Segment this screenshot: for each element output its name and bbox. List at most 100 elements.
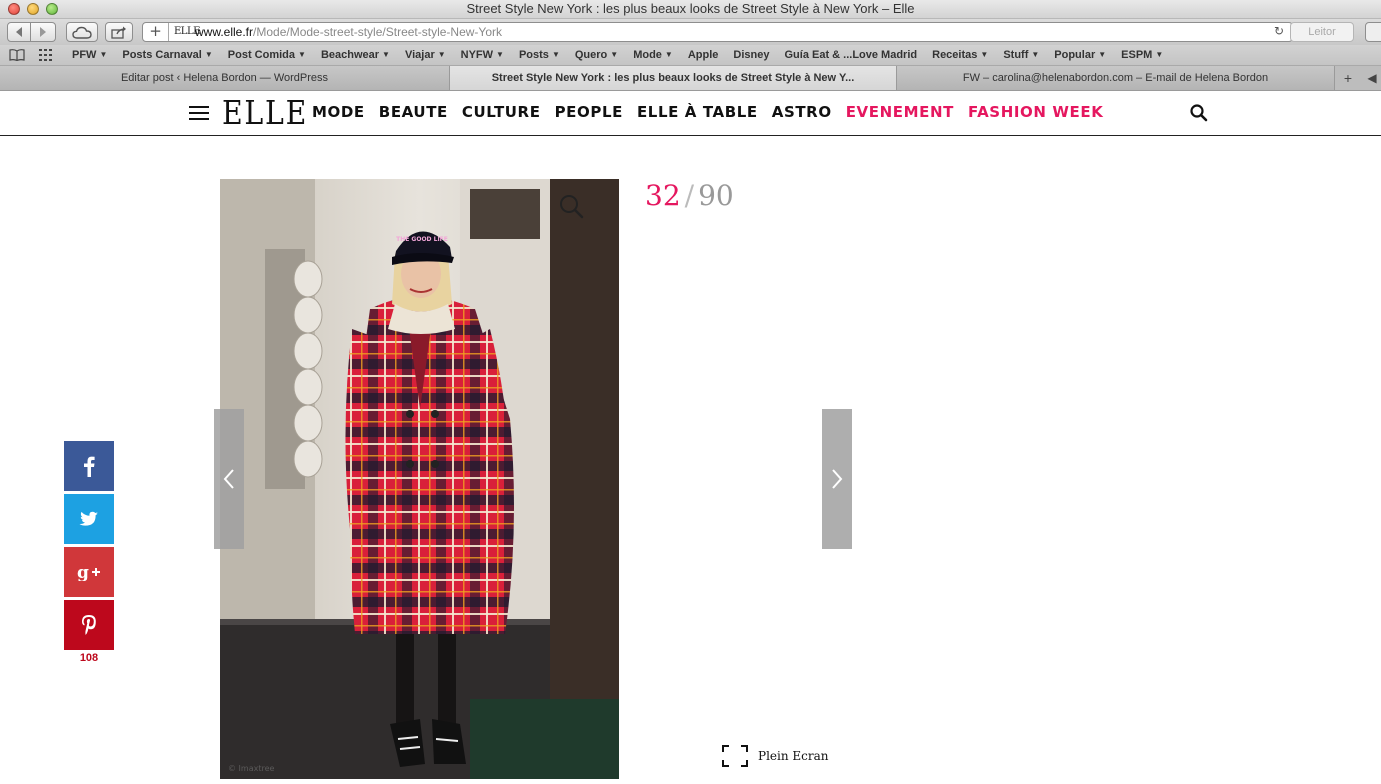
icloud-tabs-button[interactable] <box>66 22 98 42</box>
nav-people[interactable]: PEOPLE <box>555 103 623 121</box>
bookmark-item[interactable]: Mode ▼ <box>633 49 673 61</box>
nav-evenement[interactable]: EVENEMENT <box>846 103 954 121</box>
new-tab-button[interactable]: + <box>1337 68 1359 88</box>
bookmark-item[interactable]: Stuff ▼ <box>1003 49 1039 61</box>
gallery-counter: 32/90 <box>645 179 734 212</box>
bookmark-item[interactable]: NYFW ▼ <box>461 49 504 61</box>
chevron-right-icon <box>832 469 843 489</box>
elle-logo[interactable]: ELLE <box>222 93 308 132</box>
bookmark-item[interactable]: Popular ▼ <box>1054 49 1106 61</box>
bookmark-label: Posts <box>518 49 549 61</box>
bookmark-item[interactable]: Quero ▼ <box>575 49 618 61</box>
tab-bar: Editar post ‹ Helena Bordon — WordPress … <box>0 66 1381 91</box>
window-titlebar: Street Style New York : les plus beaux l… <box>0 0 1381 19</box>
twitter-icon <box>79 511 98 526</box>
bookmark-label: Post Comida <box>227 49 296 61</box>
menu-hamburger-icon[interactable] <box>189 106 209 120</box>
current-slide-number: 32 <box>645 179 681 212</box>
bookmark-label: Beachwear <box>320 49 380 61</box>
bookmark-label: ESPM <box>1121 49 1153 61</box>
top-sites-grid-icon[interactable] <box>39 49 53 61</box>
chevron-down-icon: ▼ <box>980 50 989 59</box>
cloud-icon <box>72 26 92 39</box>
bookmark-label: Quero <box>574 49 608 61</box>
forward-arrow-icon <box>40 27 46 37</box>
bookmark-item[interactable]: Post Comida ▼ <box>228 49 306 61</box>
next-slide-button[interactable] <box>822 409 852 549</box>
share-googleplus-button[interactable]: g <box>64 547 114 597</box>
url-text: www.elle.fr/Mode/Mode-street-style/Stree… <box>195 25 502 39</box>
nav-beaute[interactable]: BEAUTE <box>379 103 448 121</box>
bookmark-label: Guía Eat & ...Love Madrid <box>784 49 918 61</box>
total-slides-number: 90 <box>698 179 734 212</box>
fullscreen-icon <box>722 745 748 767</box>
share-pinterest-button[interactable] <box>64 600 114 650</box>
bookmark-item[interactable]: Beachwear ▼ <box>321 49 390 61</box>
chevron-down-icon: ▼ <box>664 50 673 59</box>
bookmark-item[interactable]: Viajar ▼ <box>405 49 446 61</box>
zoom-photo-icon[interactable] <box>558 193 584 219</box>
bookmark-item[interactable]: ESPM ▼ <box>1121 49 1163 61</box>
pinterest-share-count: 108 <box>79 652 99 664</box>
reader-button[interactable]: Leitor <box>1290 22 1354 42</box>
fullscreen-button[interactable]: Plein Ecran <box>722 745 829 767</box>
url-path: /Mode/Mode-street-style/Street-style-New… <box>253 25 502 39</box>
bookmark-label: Mode <box>633 49 662 61</box>
counter-separator: / <box>684 179 695 212</box>
bookmark-item[interactable]: PFW ▼ <box>72 49 107 61</box>
bookmark-item[interactable]: Disney <box>733 49 769 61</box>
facebook-icon <box>84 456 95 477</box>
browser-toolbar: + ELLE www.elle.fr/Mode/Mode-street-styl… <box>0 19 1381 45</box>
bookmark-label: Posts Carnaval <box>122 49 202 61</box>
svg-text:g: g <box>77 563 89 581</box>
bookmark-item[interactable]: Posts ▼ <box>519 49 560 61</box>
chevron-down-icon: ▼ <box>437 50 446 59</box>
bookmark-item[interactable]: Apple <box>688 49 719 61</box>
chevron-down-icon: ▼ <box>1031 50 1040 59</box>
bookmark-item[interactable]: Guía Eat & ...Love Madrid <box>784 49 917 61</box>
nav-mode[interactable]: MODE <box>312 103 365 121</box>
tab-email[interactable]: FW – carolina@helenabordon.com – E-mail … <box>897 66 1335 90</box>
previous-slide-button[interactable] <box>214 409 244 549</box>
bookmarks-list: PFW ▼ Posts Carnaval ▼ Post Comida ▼ Beachwear… <box>72 49 1178 61</box>
url-domain: www.elle.fr <box>195 25 254 39</box>
cap-text: THE GOOD LIFE <box>396 236 448 243</box>
nav-astro[interactable]: ASTRO <box>772 103 832 121</box>
bookmark-label: Popular <box>1054 49 1096 61</box>
bookmark-label: NYFW <box>460 49 494 61</box>
bookmark-label: Viajar <box>404 49 435 61</box>
tab-wordpress[interactable]: Editar post ‹ Helena Bordon — WordPress <box>0 66 450 90</box>
svg-text:© Imaxtree: © Imaxtree <box>228 764 275 773</box>
share-bar: g 108 <box>64 441 114 664</box>
chevron-down-icon: ▼ <box>1155 50 1164 59</box>
share-twitter-button[interactable] <box>64 494 114 544</box>
street-style-photo: THE GOOD LIFE © Imaxtree <box>220 179 619 779</box>
forward-button[interactable] <box>31 22 56 42</box>
chevron-down-icon: ▼ <box>298 50 306 59</box>
bookmark-label: Receitas <box>932 49 978 61</box>
nav-culture[interactable]: CULTURE <box>462 103 541 121</box>
search-icon[interactable] <box>1190 104 1208 122</box>
reload-icon[interactable]: ↻ <box>1274 24 1284 38</box>
bookmark-item[interactable]: Receitas ▼ <box>932 49 988 61</box>
tab-elle-street-style[interactable]: Street Style New York : les plus beaux l… <box>450 66 897 90</box>
gallery-photo[interactable]: THE GOOD LIFE © Imaxtree <box>220 179 619 779</box>
bookmark-label: Stuff <box>1003 49 1029 61</box>
reading-list-icon[interactable] <box>9 49 25 61</box>
window-title: Street Style New York : les plus beaux l… <box>466 1 915 16</box>
share-facebook-button[interactable] <box>64 441 114 491</box>
tab-overflow-icon[interactable]: ◀ <box>1363 68 1381 88</box>
toolbar-overflow-button[interactable] <box>1365 22 1381 42</box>
chevron-left-icon <box>223 469 234 489</box>
bookmark-item[interactable]: Posts Carnaval ▼ <box>122 49 212 61</box>
nav-fashion-week[interactable]: FASHION WEEK <box>968 103 1103 121</box>
share-button[interactable] <box>105 22 133 42</box>
chevron-down-icon: ▼ <box>99 50 108 59</box>
back-button[interactable] <box>7 22 31 42</box>
chevron-down-icon: ▼ <box>204 50 213 59</box>
nav-elle-a-table[interactable]: ELLE À TABLE <box>637 103 758 121</box>
add-bookmark-icon[interactable]: + <box>143 23 169 41</box>
chevron-down-icon: ▼ <box>1098 50 1107 59</box>
google-plus-icon: g <box>77 563 100 581</box>
address-bar[interactable]: + ELLE www.elle.fr/Mode/Mode-street-styl… <box>142 22 1293 42</box>
